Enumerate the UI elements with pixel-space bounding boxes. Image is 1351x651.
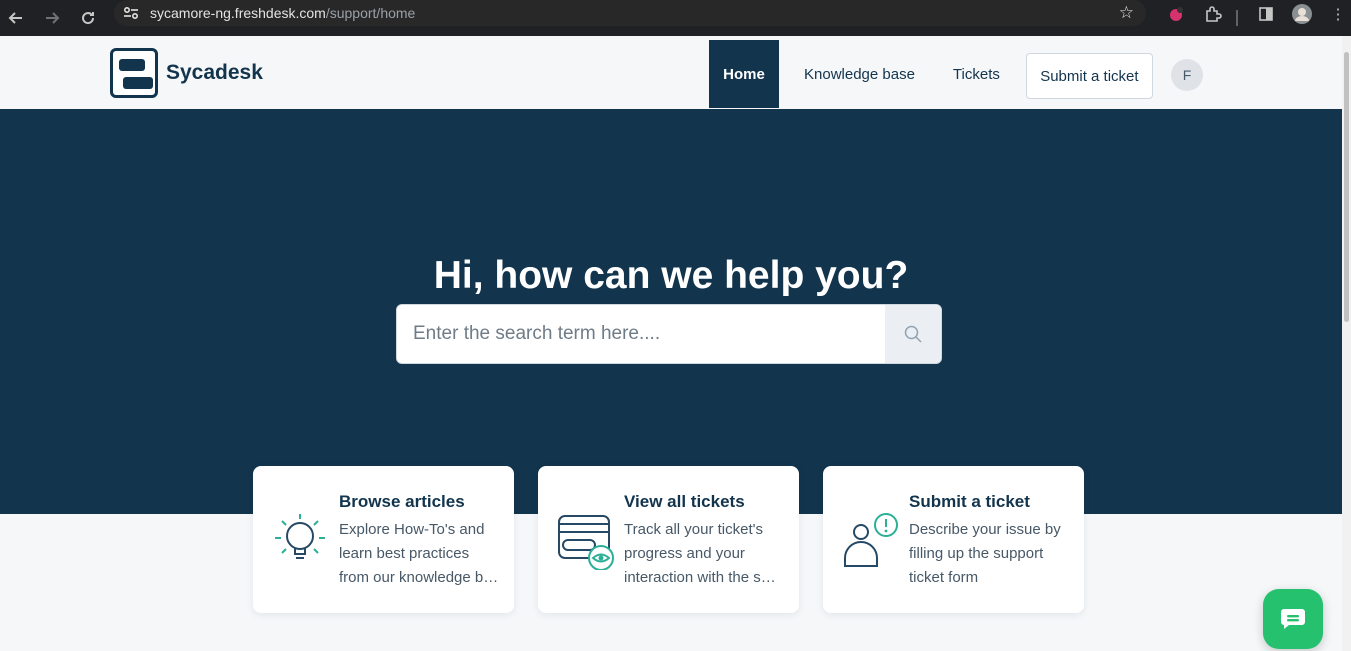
hero-title: Hi, how can we help you?	[433, 254, 909, 297]
bookmark-star-icon[interactable]: ☆	[1119, 3, 1134, 23]
card-description: Track all your ticket's progress and you…	[624, 518, 784, 590]
card-desc-line: learn best practices	[339, 545, 470, 562]
forward-icon[interactable]	[40, 6, 64, 30]
brand-name: Sycadesk	[166, 61, 263, 84]
side-panel-icon[interactable]	[1256, 4, 1276, 24]
brand-logo[interactable]: Sycadesk	[110, 48, 263, 98]
main-nav: Home Knowledge base Tickets Submit a tic…	[709, 40, 1153, 108]
card-description: Describe your issue by filling up the su…	[909, 518, 1069, 590]
nav-knowledge-base[interactable]: Knowledge base	[804, 40, 915, 108]
browser-toolbar: sycamore-ng.freshdesk.com/support/home ☆…	[0, 0, 1351, 36]
card-view-tickets[interactable]: View all tickets Track all your ticket's…	[538, 466, 799, 613]
card-title: Browse articles	[339, 492, 465, 511]
user-avatar[interactable]: F	[1171, 59, 1203, 91]
card-desc-line: Describe your issue by	[909, 521, 1061, 538]
submit-ticket-button[interactable]: Submit a ticket	[1025, 53, 1153, 99]
extension-icon[interactable]	[1166, 4, 1186, 24]
card-desc-line: Track all your ticket's	[624, 521, 764, 538]
logo-mark-icon	[110, 48, 158, 98]
site-header: Sycadesk Home Knowledge base Tickets Sub…	[0, 36, 1342, 109]
site-settings-icon[interactable]	[122, 6, 140, 20]
back-icon[interactable]	[4, 6, 28, 30]
card-title: Submit a ticket	[909, 492, 1030, 511]
card-title: View all tickets	[624, 492, 745, 511]
menu-kebab-icon[interactable]: ⋮	[1328, 4, 1348, 24]
chat-bubble-icon	[1281, 609, 1305, 629]
card-desc-line: Explore How-To's and	[339, 521, 485, 538]
reload-icon[interactable]	[76, 6, 100, 30]
tickets-view-icon	[556, 510, 614, 571]
profile-avatar-icon[interactable]	[1292, 4, 1312, 24]
card-desc-line: filling up the support	[909, 545, 1044, 562]
extensions-puzzle-icon[interactable]	[1203, 4, 1223, 24]
address-bar[interactable]: sycamore-ng.freshdesk.com/support/home ☆	[114, 0, 1146, 26]
card-description: Explore How-To's and learn best practice…	[339, 518, 499, 590]
url-host: sycamore-ng.freshdesk.com	[150, 5, 326, 21]
search-button[interactable]	[885, 305, 941, 363]
toolbar-divider	[1236, 10, 1238, 26]
card-desc-line: from our knowledge base	[339, 569, 499, 586]
card-desc-line: progress and your	[624, 545, 745, 562]
search-box	[396, 304, 942, 364]
chat-widget-button[interactable]	[1263, 589, 1323, 649]
hero-banner: Hi, how can we help you?	[0, 109, 1342, 514]
nav-home[interactable]: Home	[709, 40, 779, 108]
card-browse-articles[interactable]: Browse articles Explore How-To's and lea…	[253, 466, 514, 613]
card-submit-ticket[interactable]: Submit a ticket Describe your issue by f…	[823, 466, 1084, 613]
scrollbar-thumb[interactable]	[1344, 52, 1349, 322]
page-scrollbar[interactable]	[1342, 36, 1351, 651]
url-text: sycamore-ng.freshdesk.com/support/home	[150, 5, 415, 21]
lightbulb-icon	[271, 510, 329, 570]
card-desc-line: interaction with the support team	[624, 569, 784, 586]
url-path: /support/home	[325, 5, 416, 21]
search-icon	[904, 325, 922, 343]
card-desc-line: ticket form	[909, 569, 979, 586]
search-input[interactable]	[397, 305, 886, 363]
nav-tickets[interactable]: Tickets	[953, 40, 1000, 108]
user-alert-icon	[841, 510, 899, 570]
